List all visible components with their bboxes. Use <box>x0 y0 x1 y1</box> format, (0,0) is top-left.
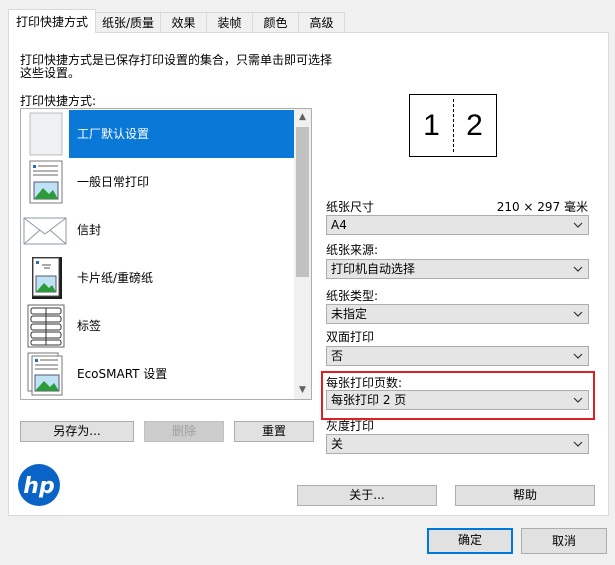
tab-advanced[interactable]: 高级 <box>298 12 345 32</box>
paper-source-value: 打印机自动选择 <box>331 262 416 276</box>
scroll-down-arrow-icon[interactable]: ▼ <box>294 382 311 399</box>
paper-size-dropdown[interactable]: A4 <box>326 215 589 235</box>
card-stock-icon <box>32 257 62 299</box>
list-item[interactable]: 一般日常打印 <box>21 158 296 206</box>
paper-type-label: 纸张类型: <box>326 289 379 303</box>
list-scrollbar[interactable]: ▲ ▼ <box>294 109 311 399</box>
tab-paper-quality[interactable]: 纸张/质量 <box>95 12 161 32</box>
document-page-icon <box>29 160 63 204</box>
scrollbar-thumb[interactable] <box>296 127 309 277</box>
duplex-dropdown[interactable]: 否 <box>326 346 589 366</box>
shortcuts-list[interactable]: 工厂默认设置 一般日常打印 信封 卡片纸/重磅纸 标签 EcoSMART 设置 … <box>20 108 312 400</box>
delete-button[interactable]: 删除 <box>144 421 224 442</box>
save-as-button[interactable]: 另存为... <box>20 421 134 442</box>
grayscale-dropdown[interactable]: 关 <box>326 434 589 454</box>
preview-page-2: 2 <box>466 109 483 142</box>
chevron-down-icon <box>573 222 583 228</box>
tab-print-shortcuts[interactable]: 打印快捷方式 <box>8 9 96 33</box>
list-item[interactable]: 标签 <box>21 302 296 350</box>
shortcuts-heading: 打印快捷方式: <box>20 94 97 108</box>
svg-text:hp: hp <box>23 474 54 499</box>
paper-size-value: A4 <box>331 218 347 232</box>
paper-type-dropdown[interactable]: 未指定 <box>326 304 589 324</box>
intro-text-line2: 这些设置。 <box>20 66 81 80</box>
about-button[interactable]: 关于... <box>297 485 437 506</box>
chevron-down-icon <box>573 266 583 272</box>
reset-button[interactable]: 重置 <box>234 421 314 442</box>
chevron-down-icon <box>573 441 583 447</box>
tab-finishing[interactable]: 装帧 <box>206 12 253 32</box>
list-item[interactable]: EcoSMART 设置 <box>21 350 296 398</box>
list-item[interactable]: 信封 <box>21 206 296 254</box>
chevron-down-icon <box>573 311 583 317</box>
blank-page-icon <box>29 112 63 156</box>
paper-type-value: 未指定 <box>331 307 368 321</box>
paper-source-label: 纸张来源: <box>326 243 379 257</box>
highlight-box <box>321 371 595 420</box>
list-item[interactable]: 卡片纸/重磅纸 <box>21 254 296 302</box>
ok-button[interactable]: 确定 <box>427 528 513 554</box>
help-button[interactable]: 帮助 <box>455 485 595 506</box>
paper-size-label: 纸张尺寸 <box>326 200 375 214</box>
page-layout-preview: 1 2 <box>409 94 497 157</box>
eco-document-icon <box>27 352 63 396</box>
chevron-down-icon <box>573 353 583 359</box>
envelope-icon <box>23 217 67 245</box>
tab-effects[interactable]: 效果 <box>160 12 207 32</box>
paper-source-dropdown[interactable]: 打印机自动选择 <box>326 259 589 279</box>
cancel-button[interactable]: 取消 <box>521 528 607 554</box>
duplex-value: 否 <box>331 349 344 363</box>
grayscale-value: 关 <box>331 437 344 451</box>
labels-sheet-icon <box>27 304 65 348</box>
hp-logo-icon: hp <box>18 464 60 506</box>
duplex-label: 双面打印 <box>326 330 375 344</box>
scroll-up-arrow-icon[interactable]: ▲ <box>294 109 311 126</box>
tab-color[interactable]: 颜色 <box>252 12 299 32</box>
paper-size-dimension: 210 × 297 毫米 <box>496 200 588 214</box>
preview-page-1: 1 <box>423 109 440 142</box>
list-item[interactable]: 工厂默认设置 <box>21 110 296 158</box>
